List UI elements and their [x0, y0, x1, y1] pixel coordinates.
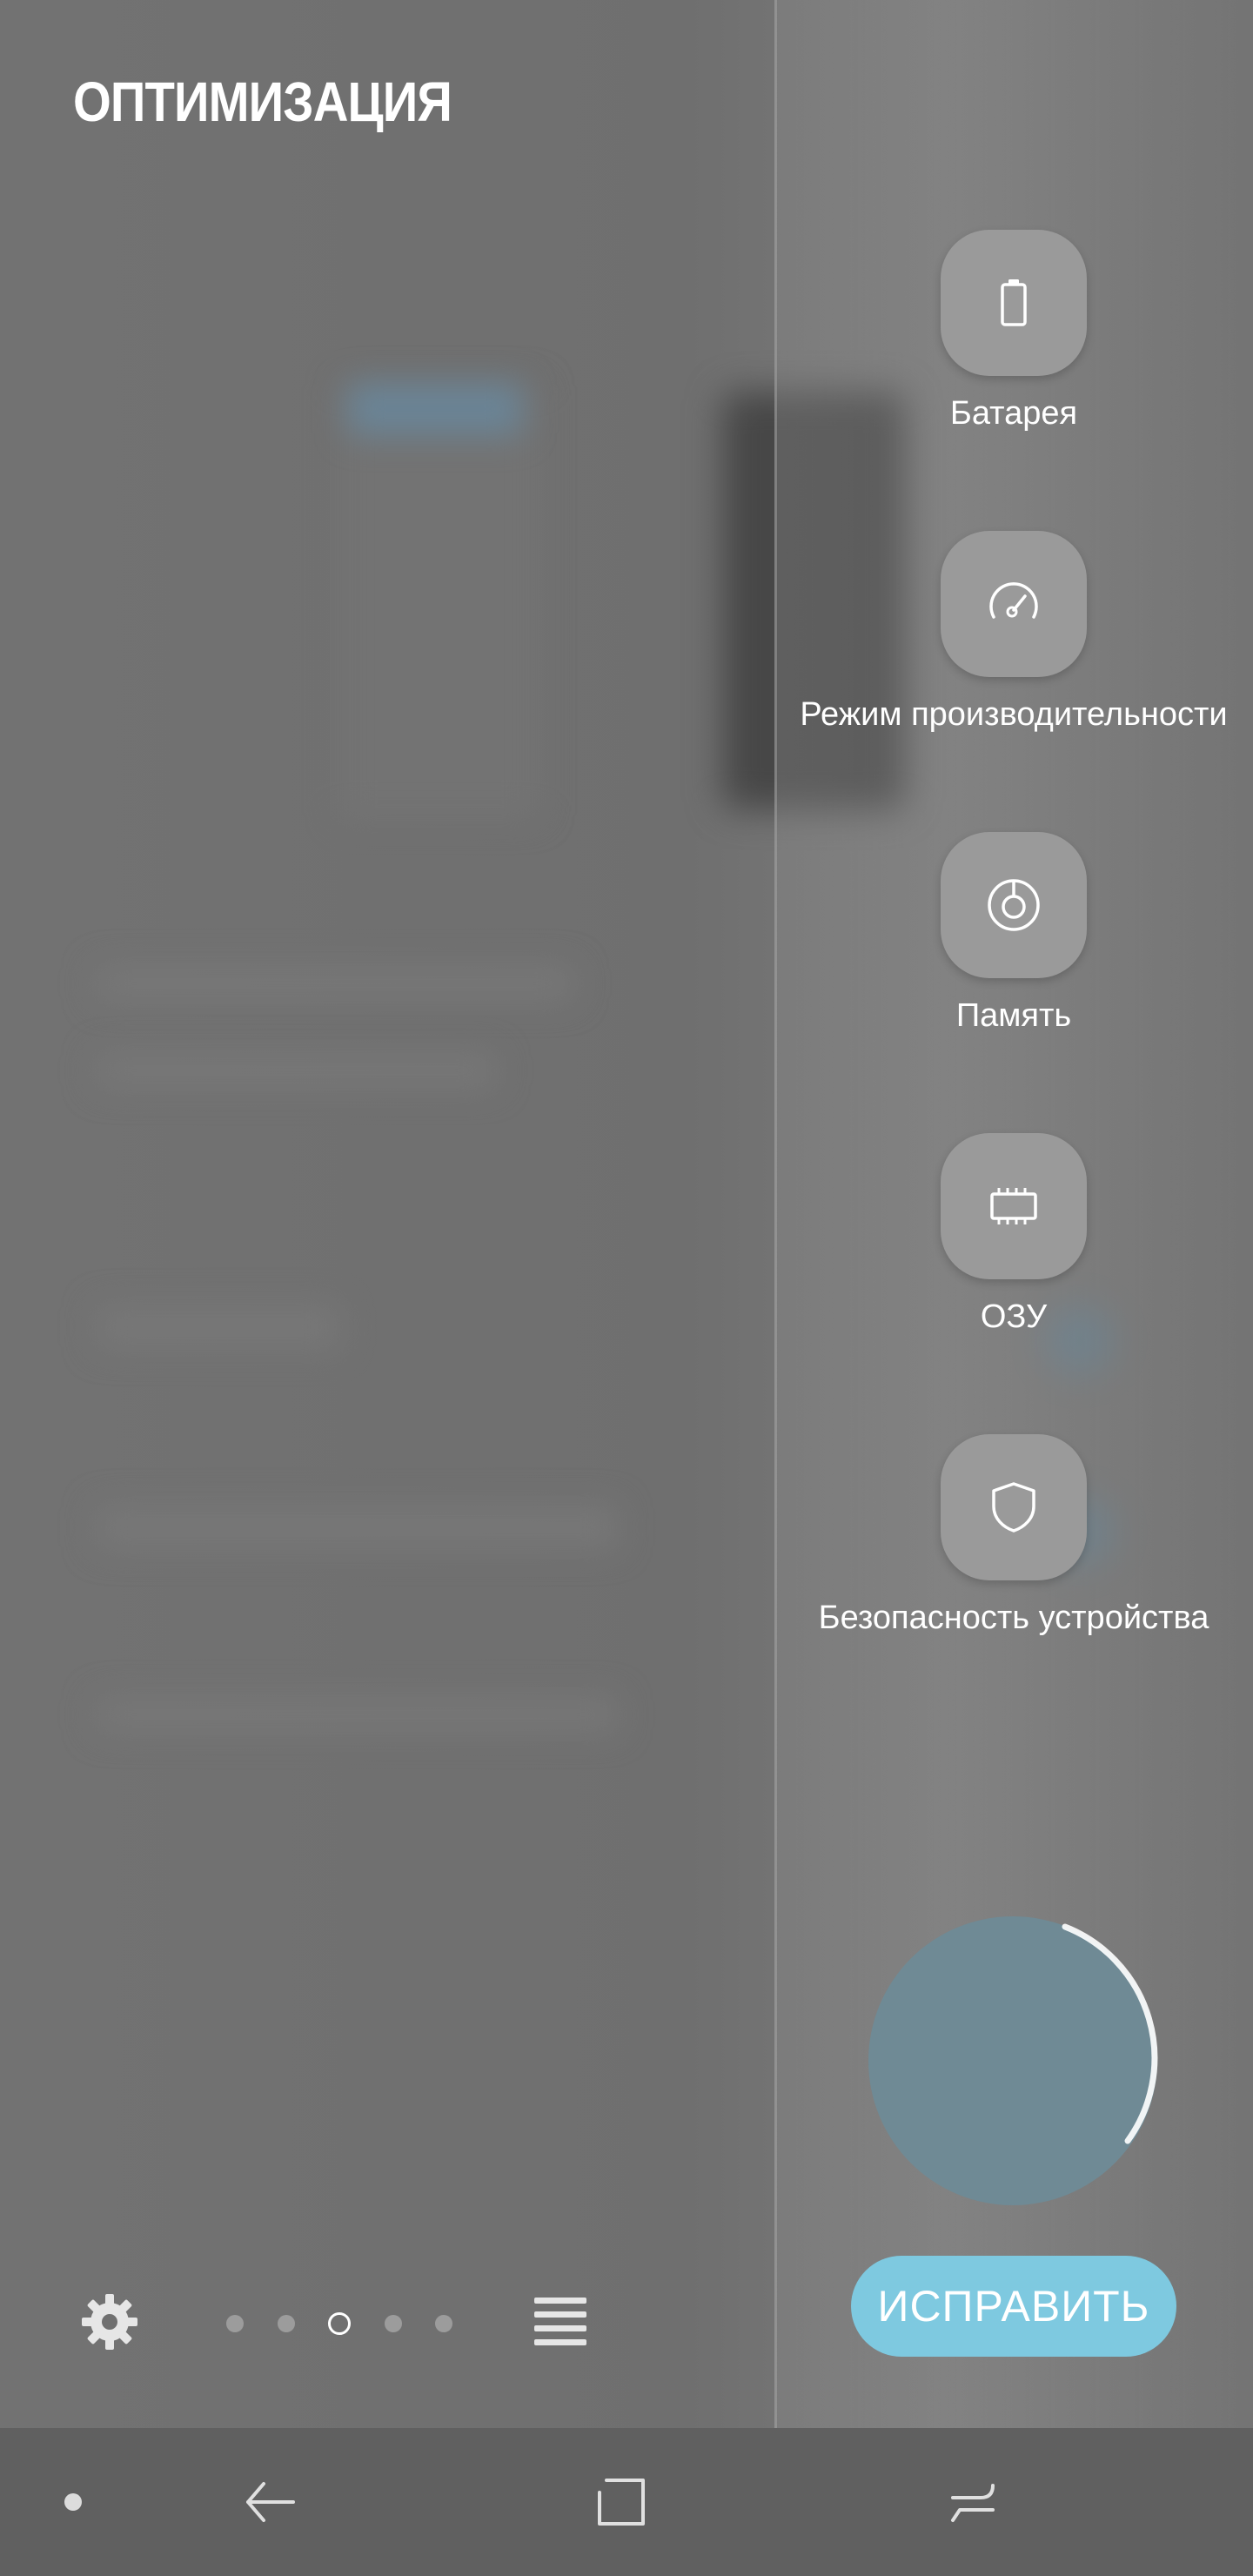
shield-icon [992, 1482, 1035, 1533]
gear-icon[interactable] [77, 2289, 143, 2355]
blurred-header-strip [348, 383, 522, 435]
blurred-phone-outline [339, 383, 539, 818]
device-security-button[interactable] [941, 1434, 1087, 1580]
blurred-text-line [96, 966, 574, 1001]
speedometer-icon [989, 582, 1038, 619]
home-square-icon [598, 2479, 645, 2526]
tool-label: Безопасность устройства [818, 1600, 1209, 1636]
fix-button[interactable]: ИСПРАВИТЬ [851, 2256, 1176, 2357]
page-dot[interactable] [277, 2315, 295, 2332]
menu-icon[interactable] [531, 2291, 592, 2351]
performance-mode-button[interactable] [941, 531, 1087, 677]
page-title: ОПТИМИЗАЦИЯ [73, 70, 452, 133]
back-arrow-icon [246, 2482, 295, 2522]
nav-back-button[interactable] [235, 2467, 305, 2537]
nav-home-button[interactable] [586, 2467, 656, 2537]
page-dot-active[interactable] [328, 2312, 351, 2335]
page-dot[interactable] [384, 2315, 402, 2332]
page-dot[interactable] [435, 2315, 452, 2332]
storage-button[interactable] [941, 832, 1087, 978]
page-dot[interactable] [226, 2315, 244, 2332]
blurred-text-line [96, 1506, 618, 1549]
tool-label: Батарея [949, 395, 1078, 432]
tool-battery[interactable]: Батарея [774, 230, 1253, 433]
blurred-text-line [96, 1053, 496, 1088]
tool-label: Память [955, 997, 1072, 1034]
memory-chip-icon [990, 1188, 1037, 1224]
blurred-text-line [96, 1697, 618, 1732]
recents-icon [951, 2484, 995, 2522]
ram-button[interactable] [941, 1133, 1087, 1279]
battery-icon [1001, 279, 1027, 326]
storage-icon [988, 879, 1040, 931]
nav-dot-button[interactable] [38, 2467, 108, 2537]
page-indicator [226, 2311, 452, 2337]
tool-performance-mode[interactable]: Режим производительности [774, 531, 1253, 734]
scan-progress-circle [868, 1916, 1158, 2205]
battery-button[interactable] [941, 230, 1087, 376]
blurred-text-line [96, 1305, 339, 1349]
dot-icon [64, 2493, 82, 2511]
tool-ram[interactable]: ОЗУ [774, 1133, 1253, 1336]
tool-storage[interactable]: Память [774, 832, 1253, 1035]
tool-label: ОЗУ [980, 1298, 1048, 1335]
nav-recents-button[interactable] [938, 2467, 1008, 2537]
tool-device-security[interactable]: Безопасность устройства [774, 1434, 1253, 1637]
navigation-bar [0, 2428, 1253, 2576]
tool-label: Режим производительности [800, 696, 1228, 733]
